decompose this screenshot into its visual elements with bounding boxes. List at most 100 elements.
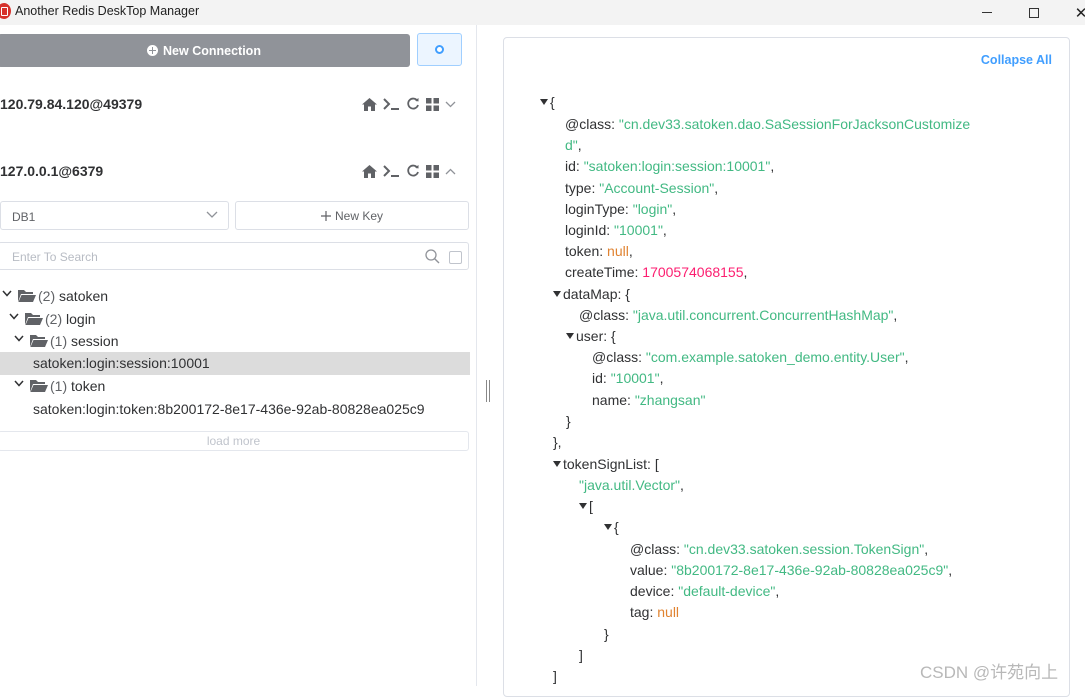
- json-comma: ,: [714, 180, 719, 196]
- key-name: satoken:login:session:10001: [33, 355, 210, 371]
- json-key: @class:: [565, 116, 615, 132]
- connection-name: 127.0.0.1@6379: [0, 163, 104, 179]
- json-line: }: [604, 626, 609, 646]
- refresh-icon[interactable]: [406, 164, 420, 178]
- json-comma: ,: [662, 222, 667, 238]
- json-string: "8b200172-8e17-436e-92ab-80828ea025c9": [671, 562, 949, 578]
- grid-icon[interactable]: [426, 164, 439, 178]
- connection-name: 120.79.84.120@49379: [0, 96, 143, 112]
- json-line[interactable]: dataMap: {: [553, 286, 630, 306]
- chevron-up-icon[interactable]: [445, 168, 456, 175]
- json-line: @class: "com.example.satoken_demo.entity…: [592, 349, 908, 369]
- new-connection-button[interactable]: New Connection: [0, 34, 410, 67]
- json-string: "java.util.concurrent.ConcurrentHashMap": [632, 307, 894, 323]
- resize-handle[interactable]: [486, 380, 490, 402]
- json-key: tokenSignList: [: [563, 456, 659, 472]
- gear-icon: [435, 45, 444, 54]
- maximize-button[interactable]: [1011, 0, 1057, 25]
- json-key: id:: [565, 158, 580, 174]
- json-bracket: ]: [553, 668, 557, 684]
- json-line: ]: [579, 647, 583, 667]
- terminal-icon[interactable]: [383, 164, 400, 178]
- json-line: type: "Account-Session",: [565, 180, 718, 200]
- json-string: "10001": [610, 370, 660, 386]
- json-line[interactable]: {: [604, 519, 619, 539]
- grid-icon[interactable]: [426, 97, 439, 111]
- connection-row[interactable]: 120.79.84.120@49379: [0, 90, 470, 120]
- json-comma: ,: [770, 158, 775, 174]
- json-key: createTime:: [565, 264, 639, 280]
- window-title: Another Redis DeskTop Manager: [15, 4, 200, 18]
- new-connection-label: New Connection: [163, 43, 261, 58]
- tree-key-session[interactable]: satoken:login:session:10001: [0, 352, 470, 375]
- json-key: device:: [630, 583, 675, 599]
- json-line[interactable]: tokenSignList: [: [553, 456, 659, 476]
- json-line[interactable]: [: [579, 498, 593, 518]
- json-brace: {: [550, 94, 555, 110]
- caret-down-icon: [604, 524, 612, 530]
- tree-folder-satoken[interactable]: (2) satoken: [0, 285, 470, 307]
- chevron-down-icon[interactable]: [445, 101, 456, 108]
- json-comma: ,: [948, 562, 953, 578]
- minimize-icon: [982, 12, 992, 13]
- json-line: name: "zhangsan": [592, 392, 705, 412]
- caret-down-icon: [553, 291, 561, 297]
- home-icon[interactable]: [362, 97, 377, 111]
- settings-button[interactable]: [417, 33, 462, 66]
- redis-logo-icon: [0, 3, 11, 19]
- json-null: null: [607, 243, 629, 259]
- plus-icon: [320, 210, 331, 221]
- pane-divider: [476, 25, 477, 686]
- caret-down-icon: [553, 461, 561, 467]
- folder-open-icon: [18, 290, 36, 302]
- json-key: @class:: [630, 541, 680, 557]
- json-brace: }: [604, 626, 609, 642]
- json-line[interactable]: {: [540, 94, 555, 114]
- json-key: tag:: [630, 604, 654, 620]
- key-name: satoken:login:token:8b200172-8e17-436e-9…: [33, 401, 425, 417]
- json-comma: ,: [659, 370, 664, 386]
- value-viewer: Collapse All { @class: "cn.dev33.satoken…: [503, 37, 1070, 697]
- tree-folder-session[interactable]: (1) session: [0, 330, 470, 352]
- chevron-down-icon: [206, 211, 218, 218]
- plus-circle-icon: [147, 45, 159, 56]
- minimize-button[interactable]: [964, 0, 1010, 25]
- tree-count: (2): [45, 311, 63, 327]
- exact-search-checkbox[interactable]: [449, 251, 462, 264]
- new-key-label: New Key: [334, 208, 384, 223]
- connection-row[interactable]: 127.0.0.1@6379: [0, 157, 470, 187]
- json-line: id: "10001",: [592, 370, 663, 390]
- json-line: device: "default-device",: [630, 583, 779, 603]
- search-input[interactable]: [12, 249, 412, 265]
- json-key: token:: [565, 243, 604, 259]
- json-line: @class: "java.util.concurrent.Concurrent…: [579, 307, 897, 327]
- chevron-down-icon: [2, 290, 12, 297]
- terminal-icon[interactable]: [383, 97, 400, 111]
- close-icon: ✕: [1074, 4, 1085, 22]
- json-comma: ,: [904, 349, 909, 365]
- caret-down-icon: [566, 333, 574, 339]
- collapse-all-button[interactable]: Collapse All: [981, 53, 1052, 67]
- json-line: tag: null: [630, 604, 679, 624]
- close-button[interactable]: ✕: [1058, 0, 1085, 25]
- tree-key-token[interactable]: satoken:login:token:8b200172-8e17-436e-9…: [0, 398, 470, 421]
- home-icon[interactable]: [362, 164, 377, 178]
- json-line: loginType: "login",: [565, 201, 676, 221]
- json-line[interactable]: user: {: [566, 328, 616, 348]
- tree-label: token: [71, 378, 106, 394]
- caret-down-icon: [579, 503, 587, 509]
- json-key: dataMap: {: [563, 286, 630, 302]
- tree-folder-token[interactable]: (1) token: [0, 375, 470, 397]
- json-comma: ,: [577, 137, 582, 153]
- json-line: d",: [565, 137, 582, 157]
- refresh-icon[interactable]: [406, 97, 420, 111]
- json-comma: ,: [743, 264, 748, 280]
- search-icon[interactable]: [425, 249, 440, 264]
- db-select[interactable]: DB1: [0, 201, 229, 230]
- tree-count: (1): [50, 333, 68, 349]
- new-key-button[interactable]: New Key: [235, 201, 469, 230]
- json-line: "java.util.Vector",: [579, 477, 684, 497]
- tree-folder-login[interactable]: (2) login: [0, 308, 470, 330]
- json-string: "cn.dev33.satoken.dao.SaSessionForJackso…: [618, 116, 971, 132]
- load-more-button[interactable]: load more: [0, 431, 469, 451]
